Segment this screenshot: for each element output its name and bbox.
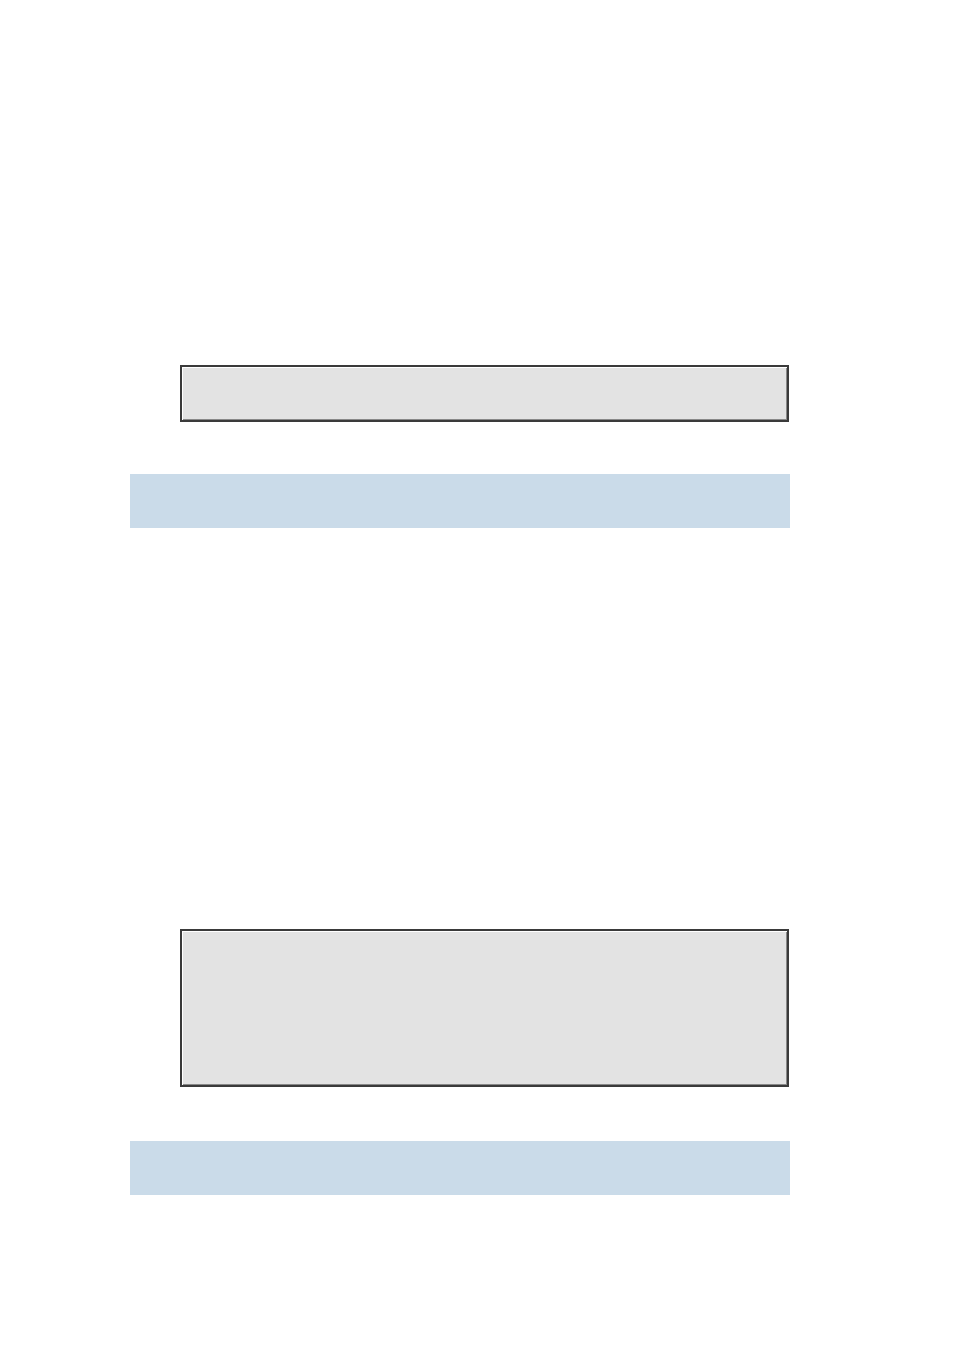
section-bar-2: [130, 1141, 790, 1195]
section-bar-1: [130, 474, 790, 528]
text-input-small[interactable]: [180, 365, 789, 422]
text-input-large[interactable]: [180, 929, 789, 1087]
